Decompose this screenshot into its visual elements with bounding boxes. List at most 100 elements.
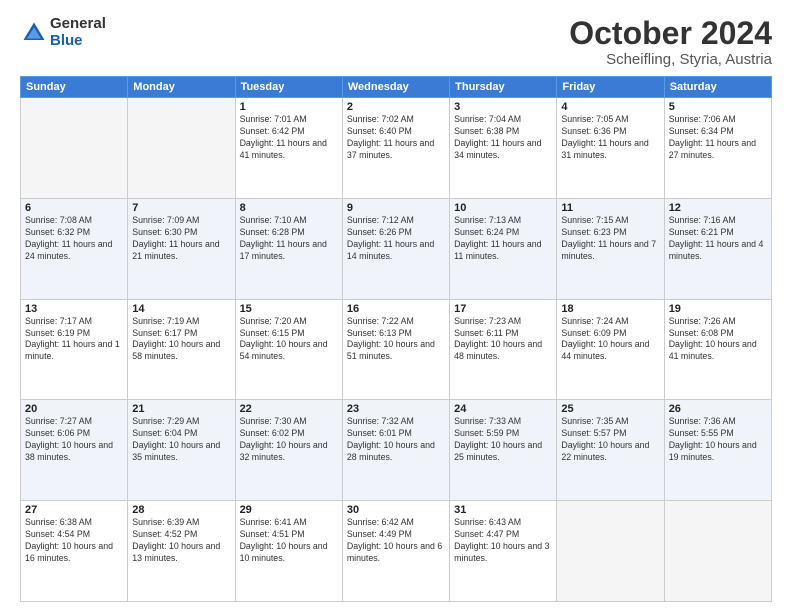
table-row: 2Sunrise: 7:02 AM Sunset: 6:40 PM Daylig… bbox=[342, 98, 449, 199]
day-info: Sunrise: 6:42 AM Sunset: 4:49 PM Dayligh… bbox=[347, 517, 445, 565]
day-number: 20 bbox=[25, 403, 123, 415]
day-info: Sunrise: 7:29 AM Sunset: 6:04 PM Dayligh… bbox=[132, 416, 230, 464]
calendar-week-row: 27Sunrise: 6:38 AM Sunset: 4:54 PM Dayli… bbox=[21, 501, 772, 602]
day-number: 28 bbox=[132, 504, 230, 516]
col-thursday: Thursday bbox=[450, 77, 557, 98]
day-number: 23 bbox=[347, 403, 445, 415]
calendar-week-row: 1Sunrise: 7:01 AM Sunset: 6:42 PM Daylig… bbox=[21, 98, 772, 199]
day-info: Sunrise: 7:19 AM Sunset: 6:17 PM Dayligh… bbox=[132, 316, 230, 364]
table-row: 15Sunrise: 7:20 AM Sunset: 6:15 PM Dayli… bbox=[235, 299, 342, 400]
day-number: 24 bbox=[454, 403, 552, 415]
day-number: 17 bbox=[454, 303, 552, 315]
day-info: Sunrise: 7:02 AM Sunset: 6:40 PM Dayligh… bbox=[347, 114, 445, 162]
day-number: 22 bbox=[240, 403, 338, 415]
day-info: Sunrise: 7:36 AM Sunset: 5:55 PM Dayligh… bbox=[669, 416, 767, 464]
table-row: 12Sunrise: 7:16 AM Sunset: 6:21 PM Dayli… bbox=[664, 198, 771, 299]
table-row: 31Sunrise: 6:43 AM Sunset: 4:47 PM Dayli… bbox=[450, 501, 557, 602]
day-number: 8 bbox=[240, 202, 338, 214]
day-number: 14 bbox=[132, 303, 230, 315]
day-number: 25 bbox=[561, 403, 659, 415]
day-info: Sunrise: 7:33 AM Sunset: 5:59 PM Dayligh… bbox=[454, 416, 552, 464]
calendar-week-row: 13Sunrise: 7:17 AM Sunset: 6:19 PM Dayli… bbox=[21, 299, 772, 400]
day-number: 16 bbox=[347, 303, 445, 315]
day-info: Sunrise: 7:16 AM Sunset: 6:21 PM Dayligh… bbox=[669, 215, 767, 263]
day-info: Sunrise: 7:04 AM Sunset: 6:38 PM Dayligh… bbox=[454, 114, 552, 162]
day-number: 9 bbox=[347, 202, 445, 214]
calendar-header-row: Sunday Monday Tuesday Wednesday Thursday… bbox=[21, 77, 772, 98]
day-number: 15 bbox=[240, 303, 338, 315]
table-row: 4Sunrise: 7:05 AM Sunset: 6:36 PM Daylig… bbox=[557, 98, 664, 199]
page-header: General Blue October 2024 Scheifling, St… bbox=[20, 16, 772, 68]
day-info: Sunrise: 7:23 AM Sunset: 6:11 PM Dayligh… bbox=[454, 316, 552, 364]
day-info: Sunrise: 6:41 AM Sunset: 4:51 PM Dayligh… bbox=[240, 517, 338, 565]
table-row: 13Sunrise: 7:17 AM Sunset: 6:19 PM Dayli… bbox=[21, 299, 128, 400]
day-info: Sunrise: 7:15 AM Sunset: 6:23 PM Dayligh… bbox=[561, 215, 659, 263]
table-row: 24Sunrise: 7:33 AM Sunset: 5:59 PM Dayli… bbox=[450, 400, 557, 501]
day-info: Sunrise: 7:35 AM Sunset: 5:57 PM Dayligh… bbox=[561, 416, 659, 464]
day-number: 27 bbox=[25, 504, 123, 516]
table-row bbox=[128, 98, 235, 199]
col-sunday: Sunday bbox=[21, 77, 128, 98]
day-info: Sunrise: 7:13 AM Sunset: 6:24 PM Dayligh… bbox=[454, 215, 552, 263]
table-row: 28Sunrise: 6:39 AM Sunset: 4:52 PM Dayli… bbox=[128, 501, 235, 602]
day-number: 26 bbox=[669, 403, 767, 415]
table-row bbox=[557, 501, 664, 602]
day-number: 18 bbox=[561, 303, 659, 315]
day-number: 7 bbox=[132, 202, 230, 214]
day-number: 19 bbox=[669, 303, 767, 315]
day-info: Sunrise: 6:38 AM Sunset: 4:54 PM Dayligh… bbox=[25, 517, 123, 565]
location-subtitle: Scheifling, Styria, Austria bbox=[569, 51, 772, 68]
table-row: 20Sunrise: 7:27 AM Sunset: 6:06 PM Dayli… bbox=[21, 400, 128, 501]
table-row: 1Sunrise: 7:01 AM Sunset: 6:42 PM Daylig… bbox=[235, 98, 342, 199]
table-row: 19Sunrise: 7:26 AM Sunset: 6:08 PM Dayli… bbox=[664, 299, 771, 400]
day-info: Sunrise: 7:32 AM Sunset: 6:01 PM Dayligh… bbox=[347, 416, 445, 464]
day-number: 10 bbox=[454, 202, 552, 214]
col-friday: Friday bbox=[557, 77, 664, 98]
day-info: Sunrise: 7:10 AM Sunset: 6:28 PM Dayligh… bbox=[240, 215, 338, 263]
day-info: Sunrise: 7:01 AM Sunset: 6:42 PM Dayligh… bbox=[240, 114, 338, 162]
day-info: Sunrise: 7:27 AM Sunset: 6:06 PM Dayligh… bbox=[25, 416, 123, 464]
logo-blue: Blue bbox=[50, 33, 106, 50]
table-row: 3Sunrise: 7:04 AM Sunset: 6:38 PM Daylig… bbox=[450, 98, 557, 199]
table-row: 10Sunrise: 7:13 AM Sunset: 6:24 PM Dayli… bbox=[450, 198, 557, 299]
table-row: 16Sunrise: 7:22 AM Sunset: 6:13 PM Dayli… bbox=[342, 299, 449, 400]
day-info: Sunrise: 7:17 AM Sunset: 6:19 PM Dayligh… bbox=[25, 316, 123, 364]
day-info: Sunrise: 7:05 AM Sunset: 6:36 PM Dayligh… bbox=[561, 114, 659, 162]
table-row: 8Sunrise: 7:10 AM Sunset: 6:28 PM Daylig… bbox=[235, 198, 342, 299]
table-row: 29Sunrise: 6:41 AM Sunset: 4:51 PM Dayli… bbox=[235, 501, 342, 602]
month-title: October 2024 bbox=[569, 16, 772, 51]
day-number: 21 bbox=[132, 403, 230, 415]
table-row: 17Sunrise: 7:23 AM Sunset: 6:11 PM Dayli… bbox=[450, 299, 557, 400]
table-row: 5Sunrise: 7:06 AM Sunset: 6:34 PM Daylig… bbox=[664, 98, 771, 199]
table-row: 18Sunrise: 7:24 AM Sunset: 6:09 PM Dayli… bbox=[557, 299, 664, 400]
calendar-week-row: 20Sunrise: 7:27 AM Sunset: 6:06 PM Dayli… bbox=[21, 400, 772, 501]
day-info: Sunrise: 7:30 AM Sunset: 6:02 PM Dayligh… bbox=[240, 416, 338, 464]
day-number: 3 bbox=[454, 101, 552, 113]
table-row: 26Sunrise: 7:36 AM Sunset: 5:55 PM Dayli… bbox=[664, 400, 771, 501]
table-row: 9Sunrise: 7:12 AM Sunset: 6:26 PM Daylig… bbox=[342, 198, 449, 299]
day-number: 29 bbox=[240, 504, 338, 516]
table-row: 22Sunrise: 7:30 AM Sunset: 6:02 PM Dayli… bbox=[235, 400, 342, 501]
day-info: Sunrise: 7:20 AM Sunset: 6:15 PM Dayligh… bbox=[240, 316, 338, 364]
day-number: 30 bbox=[347, 504, 445, 516]
day-info: Sunrise: 7:24 AM Sunset: 6:09 PM Dayligh… bbox=[561, 316, 659, 364]
table-row bbox=[664, 501, 771, 602]
logo-text: General Blue bbox=[50, 16, 106, 49]
day-number: 4 bbox=[561, 101, 659, 113]
calendar-table: Sunday Monday Tuesday Wednesday Thursday… bbox=[20, 76, 772, 602]
logo-icon bbox=[20, 19, 48, 47]
day-number: 11 bbox=[561, 202, 659, 214]
logo-general: General bbox=[50, 16, 106, 33]
table-row: 23Sunrise: 7:32 AM Sunset: 6:01 PM Dayli… bbox=[342, 400, 449, 501]
table-row bbox=[21, 98, 128, 199]
logo: General Blue bbox=[20, 16, 106, 49]
table-row: 7Sunrise: 7:09 AM Sunset: 6:30 PM Daylig… bbox=[128, 198, 235, 299]
day-info: Sunrise: 7:06 AM Sunset: 6:34 PM Dayligh… bbox=[669, 114, 767, 162]
day-number: 6 bbox=[25, 202, 123, 214]
day-info: Sunrise: 6:43 AM Sunset: 4:47 PM Dayligh… bbox=[454, 517, 552, 565]
table-row: 11Sunrise: 7:15 AM Sunset: 6:23 PM Dayli… bbox=[557, 198, 664, 299]
day-number: 5 bbox=[669, 101, 767, 113]
day-info: Sunrise: 7:09 AM Sunset: 6:30 PM Dayligh… bbox=[132, 215, 230, 263]
table-row: 6Sunrise: 7:08 AM Sunset: 6:32 PM Daylig… bbox=[21, 198, 128, 299]
table-row: 21Sunrise: 7:29 AM Sunset: 6:04 PM Dayli… bbox=[128, 400, 235, 501]
